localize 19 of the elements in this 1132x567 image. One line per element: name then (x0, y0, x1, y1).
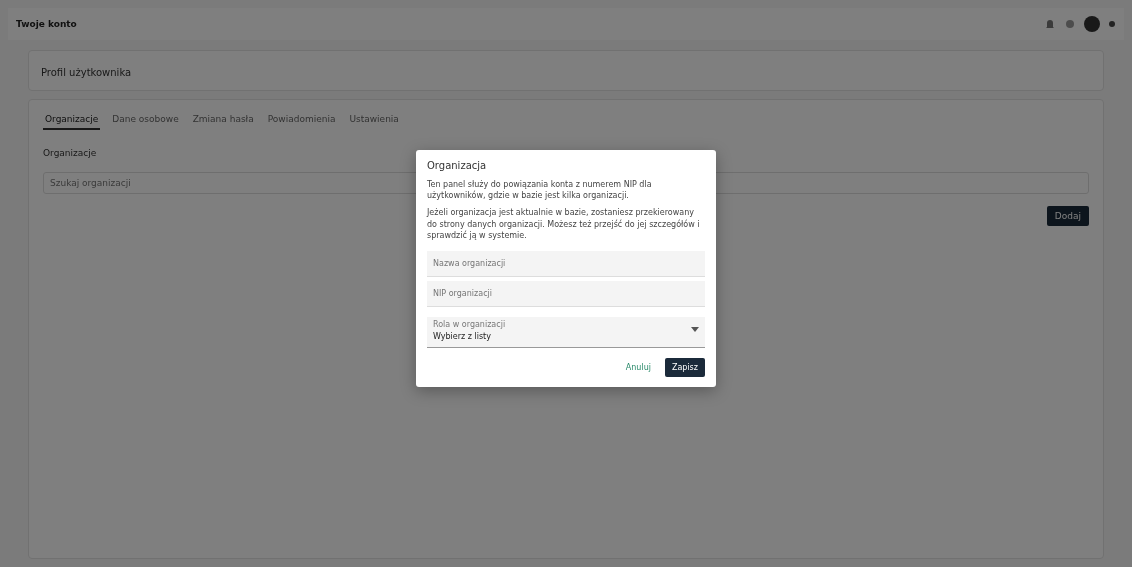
input-field[interactable]: Nazwa organizacji (427, 250, 705, 277)
select-field[interactable]: Rola w organizacji Wybierz z listy (427, 316, 705, 348)
caret-icon (691, 326, 699, 332)
tab[interactable]: Zmiana hasła (190, 110, 256, 130)
add-button[interactable]: Dodaj (1046, 206, 1089, 226)
tab[interactable]: Dane osobowe (110, 110, 181, 130)
dialog-text: Jeżeli organizacja jest aktualnie w bazie, zostaniesz przekierowany do strony danych organizacji. Możesz też przejść do jej szczegółów i sprawdzić ją w systemie. (427, 207, 701, 241)
tab[interactable]: Organizacje (43, 110, 101, 130)
page-title: Twoje konto (16, 19, 77, 29)
tab[interactable]: Powiadomienia (265, 110, 338, 130)
profile-title: Profil użytkownika (41, 67, 132, 78)
save-button[interactable]: Zapisz (664, 357, 705, 377)
dialog-title: Organizacja (427, 160, 488, 171)
avatar-icon[interactable] (1084, 16, 1100, 32)
tab[interactable]: Ustawienia (347, 110, 401, 130)
section-label: Organizacje (43, 148, 98, 158)
cancel-button[interactable]: Anuluj (619, 361, 657, 373)
bell-icon[interactable] (1044, 18, 1056, 30)
input-field[interactable]: NIP organizacji (427, 280, 705, 307)
